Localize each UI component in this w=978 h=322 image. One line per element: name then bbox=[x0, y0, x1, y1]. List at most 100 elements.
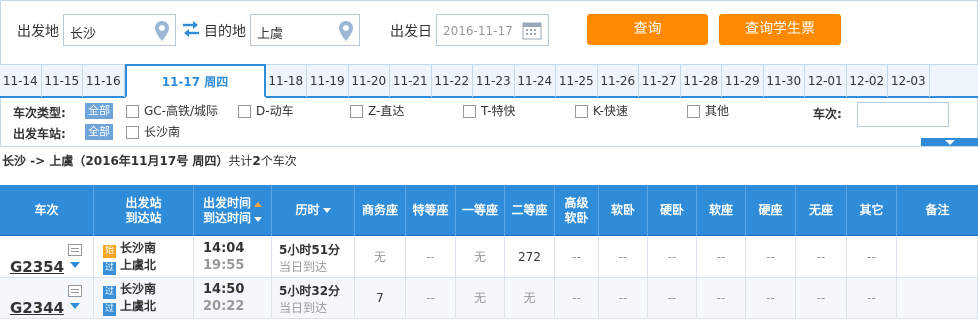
filter-checkbox-station[interactable]: 长沙南 bbox=[126, 124, 180, 140]
date-field[interactable]: 2016-11-17 bbox=[436, 14, 549, 46]
station-all-button[interactable]: 全部 bbox=[85, 124, 113, 140]
seat-special: -- bbox=[406, 237, 456, 278]
duration: 5小时32分 bbox=[279, 284, 341, 298]
date-tab[interactable]: 11-15 bbox=[42, 65, 83, 97]
to-field[interactable]: 上虞 bbox=[250, 14, 360, 46]
date-tab[interactable]: 11-18 bbox=[266, 65, 307, 97]
table-row[interactable]: G2354 始长沙南过上虞北 14:04 19:55 5小时51分 当日到达无 -- 无 272… bbox=[0, 237, 978, 278]
date-tab[interactable]: 11-20 bbox=[349, 65, 390, 97]
header-hard-seat: 硬座 bbox=[746, 185, 796, 236]
count-suffix: 个车次 bbox=[260, 154, 297, 168]
date-tab[interactable]: 11-14 bbox=[0, 65, 42, 97]
filter-checkbox-d[interactable]: D-动车 bbox=[238, 103, 294, 119]
header-times-sort[interactable]: 出发时间 到达时间 bbox=[194, 185, 272, 236]
date-tab[interactable]: 11-25 bbox=[556, 65, 598, 97]
filter-checkbox-other[interactable]: 其他 bbox=[687, 103, 729, 119]
cell-train: G2344 bbox=[0, 278, 94, 319]
train-info-icon[interactable] bbox=[68, 244, 82, 256]
depart-time: 14:04 bbox=[203, 241, 245, 256]
arrive-day: 当日到达 bbox=[279, 260, 328, 274]
date-tab[interactable]: 11-22 bbox=[432, 65, 473, 97]
location-pin-icon bbox=[339, 21, 353, 41]
date-tab[interactable]: 11-30 bbox=[764, 65, 805, 97]
from-field[interactable]: 长沙 bbox=[63, 14, 176, 46]
seat-second: 无 bbox=[505, 278, 555, 319]
header-duration-sort[interactable]: 历时 bbox=[272, 185, 355, 236]
date-tab[interactable]: 11-19 bbox=[307, 65, 349, 97]
date-tab[interactable]: 11-29 bbox=[722, 65, 764, 97]
date-tab[interactable]: 11-27 bbox=[639, 65, 681, 97]
search-panel: 出发地 长沙 目的地 上虞 出发日 2016-11-17 查询 查询学生票 bbox=[0, 0, 978, 64]
date-tab[interactable]: 11-17 周四 bbox=[124, 64, 266, 98]
header-stations: 出发站 到达站 bbox=[94, 185, 194, 236]
train-info-icon[interactable] bbox=[68, 285, 82, 297]
departure-station: 始长沙南 bbox=[103, 241, 157, 258]
date-tab[interactable]: 11-23 bbox=[473, 65, 515, 97]
header-special: 特等座 bbox=[406, 185, 456, 236]
header-business: 商务座 bbox=[355, 185, 406, 236]
header-soft-seat: 软座 bbox=[697, 185, 746, 236]
location-pin-icon bbox=[155, 21, 169, 41]
date-tab[interactable]: 11-28 bbox=[681, 65, 722, 97]
expand-stops-icon[interactable] bbox=[70, 303, 80, 309]
table-row[interactable]: G2344 过长沙南过上虞北 14:50 20:22 5小时32分 当日到达 7 -- 无无 --… bbox=[0, 278, 978, 319]
seat-soft-sleeper: -- bbox=[599, 278, 648, 319]
arrival-station: 过上虞北 bbox=[103, 258, 157, 275]
cell-train: G2354 bbox=[0, 237, 94, 278]
calendar-icon bbox=[522, 22, 542, 40]
expand-stops-icon[interactable] bbox=[70, 262, 80, 268]
filter-checkbox-t[interactable]: T-特快 bbox=[463, 103, 516, 119]
seat-first: 无 bbox=[456, 237, 505, 278]
seat-business: 无 bbox=[355, 237, 406, 278]
seat-hard-sleeper: -- bbox=[648, 237, 697, 278]
date-tab[interactable]: 11-24 bbox=[515, 65, 556, 97]
station-badge: 过 bbox=[103, 286, 116, 299]
seat-other: -- bbox=[847, 237, 897, 278]
header-train: 车次 bbox=[0, 185, 94, 236]
sort-desc-icon bbox=[322, 208, 331, 213]
collapse-toggle[interactable] bbox=[921, 138, 978, 146]
route-summary: 长沙 -> 上虞（2016年11月17号 周四）共计2个车次 bbox=[2, 152, 297, 169]
seat-hard-seat: -- bbox=[746, 278, 796, 319]
departure-station-label: 出发车站: bbox=[13, 127, 66, 141]
depart-time: 14:50 bbox=[203, 282, 245, 297]
filter-checkbox-z[interactable]: Z-直达 bbox=[350, 103, 404, 119]
seat-other: -- bbox=[847, 278, 897, 319]
train-type-label: 车次类型: bbox=[13, 106, 66, 120]
query-button[interactable]: 查询 bbox=[587, 14, 708, 45]
seat-no-seat: -- bbox=[796, 278, 847, 319]
train-number-input[interactable] bbox=[857, 102, 949, 127]
date-tab[interactable]: 12-03 bbox=[888, 65, 930, 97]
header-remark: 备注 bbox=[925, 203, 950, 217]
date-tab[interactable]: 12-01 bbox=[805, 65, 847, 97]
seat-second: 272 bbox=[505, 237, 555, 278]
arrive-time: 19:55 bbox=[203, 258, 245, 273]
seat-soft-seat: -- bbox=[697, 237, 746, 278]
swap-arrows-icon[interactable] bbox=[181, 20, 201, 38]
date-tab[interactable]: 11-21 bbox=[390, 65, 432, 97]
arrive-time: 20:22 bbox=[203, 299, 245, 314]
sort-desc-icon bbox=[254, 216, 262, 222]
train-code-link[interactable]: G2344 bbox=[10, 288, 64, 322]
filter-checkbox-gc[interactable]: GC-高铁/城际 bbox=[126, 103, 218, 119]
date-tab[interactable]: 11-16 bbox=[83, 65, 125, 97]
seat-remark bbox=[897, 237, 978, 278]
seat-first: 无 bbox=[456, 278, 505, 319]
student-ticket-button[interactable]: 查询学生票 bbox=[719, 14, 841, 45]
date-tab[interactable]: 11-26 bbox=[598, 65, 639, 97]
seat-soft-sleeper-hi: -- bbox=[555, 237, 599, 278]
train-type-all-button[interactable]: 全部 bbox=[85, 103, 113, 119]
to-label: 目的地 bbox=[204, 24, 246, 40]
seat-hard-seat: -- bbox=[746, 237, 796, 278]
to-value: 上虞 bbox=[257, 27, 284, 42]
route-text: 长沙 -> 上虞（2016年11月17号 周四） bbox=[2, 154, 229, 168]
filter-checkbox-k[interactable]: K-快速 bbox=[575, 103, 628, 119]
seat-remark bbox=[897, 278, 978, 319]
sort-asc-icon bbox=[254, 201, 262, 207]
date-tab[interactable]: 12-02 bbox=[847, 65, 888, 97]
header-premium-sleeper: 高级 软卧 bbox=[555, 185, 599, 236]
seat-special: -- bbox=[406, 278, 456, 319]
header-no-seat: 无座 bbox=[796, 185, 847, 236]
station-badge: 过 bbox=[103, 262, 116, 275]
train-count: 2 bbox=[252, 154, 261, 168]
